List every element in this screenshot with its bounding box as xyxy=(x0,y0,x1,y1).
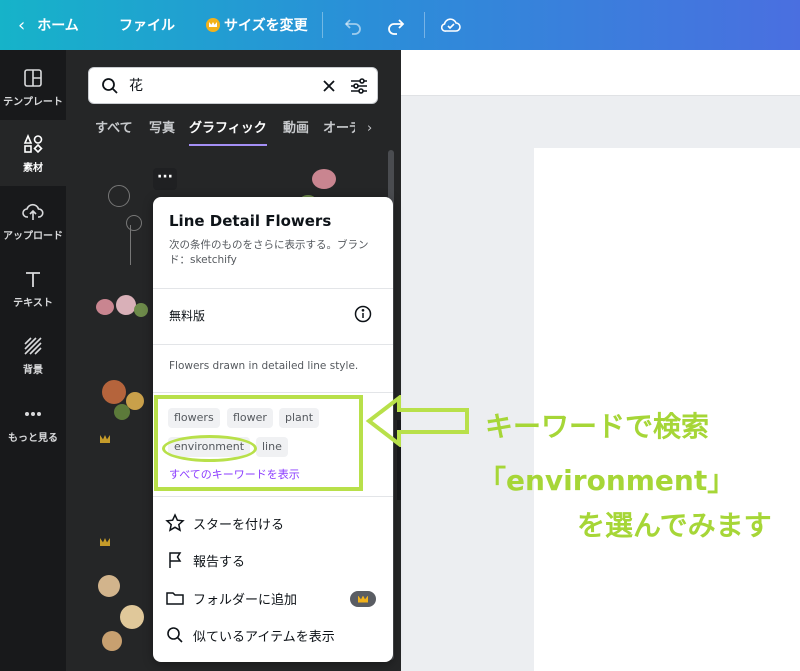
search-icon xyxy=(102,78,118,94)
stem-graphic xyxy=(130,225,131,265)
more-options-button[interactable]: ··· xyxy=(153,168,177,190)
cloud-save-button[interactable] xyxy=(440,0,462,50)
undo-button[interactable] xyxy=(343,0,363,50)
item-detail-text: Flowers drawn in detailed line style. xyxy=(169,360,359,372)
cloud-check-icon xyxy=(440,18,461,32)
resize-label: サイズを変更 xyxy=(224,18,308,34)
environment-highlight-oval xyxy=(162,435,257,462)
rail-label: 素材 xyxy=(23,162,43,174)
chevron-right-icon[interactable]: › xyxy=(367,116,372,146)
rail-uploads[interactable]: アップロード xyxy=(0,188,66,254)
divider xyxy=(153,496,393,497)
crown-icon xyxy=(206,18,220,32)
flower-graphic xyxy=(126,215,142,231)
menu-show-similar[interactable]: 似ているアイテムを表示 xyxy=(165,620,335,650)
info-icon[interactable] xyxy=(354,305,372,323)
crown-icon xyxy=(100,538,110,546)
tab-graphics[interactable]: グラフィック xyxy=(189,116,267,146)
rail-label: テキスト xyxy=(13,297,53,309)
arrow-left-icon xyxy=(365,395,469,447)
chevron-left-icon: ‹ xyxy=(18,14,26,36)
divider xyxy=(424,12,425,38)
canvas-area xyxy=(401,50,800,671)
canvas-toolbar xyxy=(401,50,800,96)
rail-more[interactable]: もっと見る xyxy=(0,390,66,456)
license-label: 無料版 xyxy=(169,309,206,323)
pro-badge xyxy=(350,591,376,607)
top-bar: ‹ ホーム ファイル サイズを変更 xyxy=(0,0,800,50)
rail-label: テンプレート xyxy=(3,96,63,108)
clear-icon[interactable] xyxy=(322,79,336,93)
template-icon xyxy=(24,68,42,87)
menu-report[interactable]: 報告する xyxy=(165,545,245,575)
flower-graphic xyxy=(134,303,148,317)
annotation-line-2: 「environment」 xyxy=(478,464,736,497)
flower-graphic xyxy=(114,404,130,420)
redo-button[interactable] xyxy=(386,0,406,50)
file-menu-button[interactable]: ファイル xyxy=(119,0,175,50)
more-dots-icon xyxy=(25,411,41,416)
cloud-upload-icon xyxy=(22,203,44,220)
star-icon xyxy=(165,513,185,532)
flower-graphic xyxy=(96,299,114,315)
shapes-icon xyxy=(23,133,43,153)
search-icon xyxy=(167,627,183,643)
rail-text[interactable]: テキスト xyxy=(0,255,66,321)
menu-label: フォルダーに追加 xyxy=(193,592,298,608)
search-bar[interactable]: 花 xyxy=(88,67,378,104)
crown-icon xyxy=(100,435,110,443)
filter-icon[interactable] xyxy=(349,77,369,95)
tab-audio[interactable]: オーデ xyxy=(323,116,355,146)
result-thumbnail[interactable] xyxy=(90,285,154,335)
flower-graphic xyxy=(98,575,120,597)
item-title: Line Detail Flowers xyxy=(169,212,332,230)
result-thumbnail[interactable] xyxy=(90,565,154,665)
result-thumbnail[interactable] xyxy=(96,370,156,430)
flower-graphic xyxy=(312,169,336,189)
folder-icon xyxy=(166,592,184,605)
rail-background[interactable]: 背景 xyxy=(0,322,66,388)
divider xyxy=(322,12,323,38)
divider xyxy=(153,288,393,289)
redo-icon xyxy=(388,19,405,35)
annotation-line-3: を選んでみます xyxy=(577,509,772,542)
rail-templates[interactable]: テンプレート xyxy=(0,54,66,120)
rail-label: 背景 xyxy=(23,364,43,376)
search-input[interactable]: 花 xyxy=(129,68,143,105)
flower-graphic xyxy=(108,185,130,207)
result-thumbnail[interactable] xyxy=(96,165,160,275)
divider xyxy=(153,392,393,393)
rail-label: もっと見る xyxy=(8,432,58,444)
background-pattern-icon xyxy=(24,336,42,355)
rail-label: アップロード xyxy=(3,230,63,242)
divider xyxy=(153,344,393,345)
menu-add-folder[interactable]: フォルダーに追加 xyxy=(165,583,297,613)
item-brand-description[interactable]: 次の条件のものをさらに表示する。ブランド：sketchify xyxy=(169,238,381,268)
menu-star[interactable]: スターを付ける xyxy=(165,508,284,538)
flower-graphic xyxy=(120,605,144,629)
tab-videos[interactable]: 動画 xyxy=(283,116,309,146)
menu-label: スターを付ける xyxy=(193,517,285,533)
flower-graphic xyxy=(102,380,126,404)
text-icon xyxy=(26,271,40,287)
annotation-line-1: キーワードで検索 xyxy=(485,410,710,443)
resize-button[interactable]: サイズを変更 xyxy=(206,0,308,50)
flag-icon xyxy=(169,552,182,568)
rail-elements[interactable]: 素材 xyxy=(0,120,66,186)
flower-graphic xyxy=(102,631,122,651)
left-rail: テンプレート 素材 アップロード テキスト 背景 もっと見る xyxy=(0,50,66,671)
flower-graphic xyxy=(116,295,136,315)
category-tabs: すべて 写真 グラフィック 動画 オーデ › xyxy=(88,116,388,148)
undo-icon xyxy=(344,19,361,35)
menu-label: 報告する xyxy=(193,554,246,570)
menu-label: 似ているアイテムを表示 xyxy=(193,629,335,645)
tab-all[interactable]: すべて xyxy=(95,116,133,146)
tab-photos[interactable]: 写真 xyxy=(149,116,175,146)
file-label: ファイル xyxy=(119,18,175,34)
home-button[interactable]: ‹ ホーム xyxy=(18,0,79,50)
crown-icon xyxy=(358,595,368,603)
home-label: ホーム xyxy=(37,18,79,34)
